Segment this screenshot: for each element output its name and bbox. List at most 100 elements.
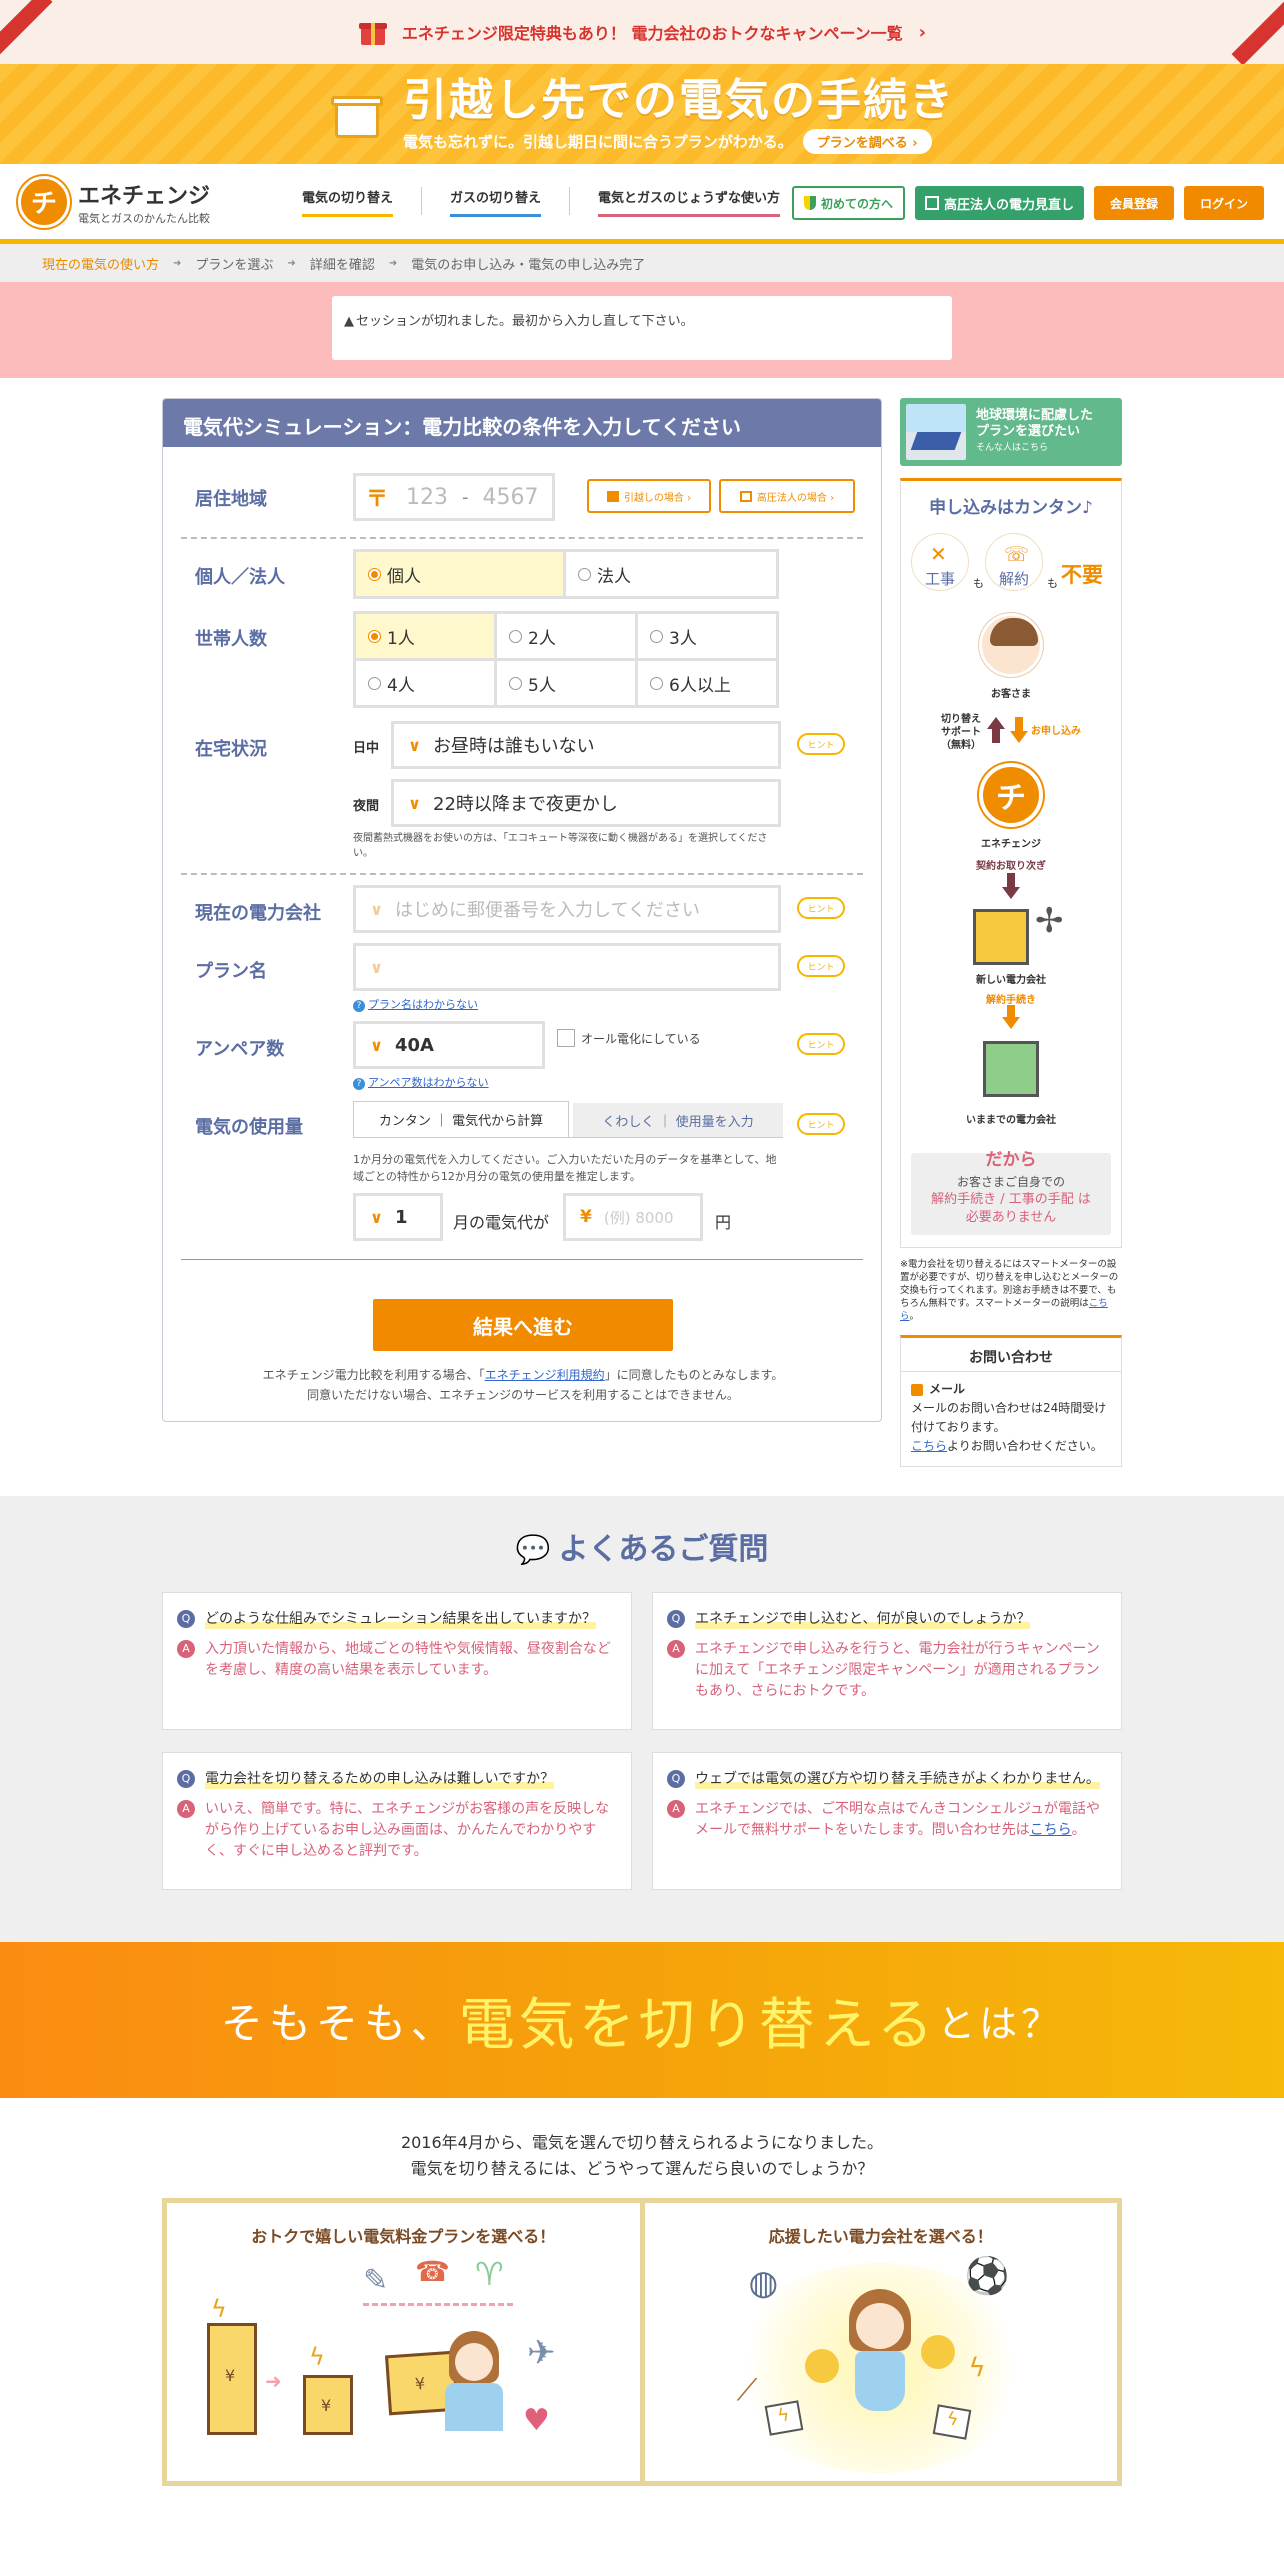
faq-question: エネチェンジで申し込むと、何が良いのでしょうか？ (695, 1609, 1031, 1629)
chevron-right-icon: › (918, 21, 927, 43)
faq-answer-link[interactable]: こちら (1030, 1822, 1072, 1838)
zip2-placeholder: 4567 (482, 484, 539, 510)
hint-button[interactable]: ヒント (797, 1033, 845, 1055)
girl-illustration (441, 2331, 511, 2431)
option-3-persons[interactable]: 3人 (635, 611, 779, 661)
corporate-case-button[interactable]: 高圧法人の場合 › (719, 479, 855, 513)
ampere-label: アンペア数 (195, 1039, 285, 1060)
cancel-proc-caption: 解約手続き (986, 995, 1036, 1006)
chevron-down-icon: ∨ (370, 1035, 383, 1055)
amount-input[interactable]: ¥ (例) 8000 (563, 1193, 703, 1241)
question-icon: ? (353, 1078, 365, 1090)
eco-plan-banner[interactable]: 地球環境に配慮した プランを選びたい そんな人はこちら (900, 398, 1122, 466)
corner-ribbon-left (0, 0, 53, 64)
panel-cheap-plan: おトクで嬉しい電気料金プランを選べる！ ¥ ϟ ¥ ϟ ➜ ¥ ✎ ☎ ♈ ✈ … (167, 2203, 640, 2481)
submit-button[interactable]: 結果へ進む (373, 1299, 673, 1351)
campaign-text[interactable]: エネチェンジ限定特典もあり！ 電力会社のおトクなキャンペーン一覧 (402, 20, 903, 44)
faq-item[interactable]: Q エネチェンジで申し込むと、何が良いのでしょうか？ A エネチェンジで申し込みを行… (652, 1592, 1122, 1730)
option-label: 個人 (387, 566, 421, 587)
ampere-unknown-link[interactable]: ? アンペア数はわからない (353, 1074, 489, 1090)
arrow-down-icon (1002, 1017, 1020, 1029)
all-electric-checkbox[interactable]: オール電化にしている (557, 1029, 701, 1047)
customer-avatar (979, 613, 1043, 677)
daytime-select[interactable]: ∨ お昼時は誰もいない (391, 721, 781, 769)
contact-text: メールのお問い合わせは24時間受け付けております。 (911, 1401, 1107, 1434)
month-value: 1 (395, 1206, 408, 1228)
moving-box-icon (329, 86, 385, 142)
plan-unknown-link[interactable]: ? プラン名はわからない (353, 996, 478, 1012)
smart-meter-note: ※電力会社を切り替えるにはスマートメーターの設置が必要ですが、切り替えを申し込む… (900, 1258, 1122, 1323)
month-select[interactable]: ∨ 1 (353, 1193, 443, 1241)
nighttime-value: 22時以降まで夜更かし (433, 794, 618, 815)
yen-icon: ¥ (580, 1207, 592, 1227)
arrow-right-icon: ➜ (287, 257, 296, 269)
check-plan-button[interactable]: プランを調べる › (802, 128, 932, 154)
hint-button[interactable]: ヒント (797, 897, 845, 919)
arrow-up-shaft (992, 729, 1000, 743)
dashed-line (363, 2303, 513, 2307)
tab-detailed[interactable]: くわしく ｜ 使用量を入力 (573, 1103, 783, 1137)
usage-note: 1か月分の電気代を入力してください。ご入力いただいた月のデータを基準として、地域… (353, 1153, 777, 1183)
zip-input[interactable]: 〒 123 - 4567 (353, 473, 555, 521)
error-message-box: ▲ セッションが切れました。最初から入力し直して下さい。 (332, 296, 952, 360)
high-voltage-button[interactable]: 高圧法人の電力見直し (914, 186, 1084, 220)
option-2-persons[interactable]: 2人 (494, 611, 638, 661)
region-label: 居住地域 (195, 489, 267, 510)
chevron-down-icon: ∨ (370, 1207, 383, 1227)
faq-item[interactable]: Q ウェブでは電気の選び方や切り替え手続きがよくわかりません。 A エネチェンジでは… (652, 1752, 1122, 1890)
lightning-icon: ϟ (968, 2353, 986, 2383)
radio-icon (650, 676, 663, 690)
faq-item[interactable]: Q 電力会社を切り替えるための申し込みは難しいですか？ A いいえ、簡単です。特に、… (162, 1752, 632, 1890)
current-company-select[interactable]: ∨ はじめに郵便番号を入力してください (353, 885, 781, 933)
about-t1: そもそも、 (220, 1998, 459, 2048)
login-button[interactable]: ログイン (1184, 186, 1264, 220)
q-badge-icon: Q (177, 1610, 195, 1628)
household-label: 世帯人数 (195, 629, 267, 650)
plan-select[interactable]: ∨ (353, 943, 781, 991)
q-badge-icon: Q (667, 1770, 685, 1788)
nav-electricity[interactable]: 電気の切り替え (302, 187, 394, 217)
site-logo[interactable]: チ エネチェンジ 電気とガスのかんたん比較 (18, 175, 278, 228)
lightning-icon: ϟ (309, 2343, 325, 2371)
heart-icon: ♥ (523, 2403, 550, 2438)
option-individual[interactable]: 個人 (353, 549, 567, 599)
hint-button[interactable]: ヒント (797, 1113, 845, 1135)
nighttime-select[interactable]: ∨ 22時以降まで夜更かし (391, 779, 781, 827)
moving-banner[interactable]: 引越し先での電気の手続き 電気も忘れずに。引越し期日に間に合うプランがわかる。 … (0, 64, 1284, 164)
yen-unit: 円 (715, 1213, 732, 1232)
section-divider (181, 873, 863, 875)
meter-note-end: 。 (909, 1311, 920, 1322)
a-badge-icon: A (667, 1640, 685, 1658)
radio-selected-icon (368, 629, 381, 643)
faq-question: どのような仕組みでシミュレーション結果を出していますか？ (205, 1609, 597, 1629)
cancel-badge: ☏ 解約 (985, 533, 1043, 591)
hint-button[interactable]: ヒント (797, 955, 845, 977)
member-register-button[interactable]: 会員登録 (1094, 186, 1174, 220)
option-6-plus-persons[interactable]: 6人以上 (635, 658, 779, 708)
terms-link[interactable]: エネチェンジ利用規約 (485, 1368, 605, 1382)
option-4-persons[interactable]: 4人 (353, 658, 497, 708)
ampere-unknown-text: アンペア数はわからない (368, 1076, 489, 1089)
option-1-person[interactable]: 1人 (353, 611, 497, 661)
about-panels: おトクで嬉しい電気料金プランを選べる！ ¥ ϟ ¥ ϟ ➜ ¥ ✎ ☎ ♈ ✈ … (162, 2198, 1122, 2486)
nav-usage-tips[interactable]: 電気とガスのじょうずな使い方 (598, 187, 781, 217)
option-corporate[interactable]: 法人 (563, 549, 779, 599)
campaign-bar[interactable]: エネチェンジ限定特典もあり！ 電力会社のおトクなキャンペーン一覧 › (0, 0, 1284, 64)
phone-icon: ☎ (415, 2255, 450, 2288)
apply-caption: お申し込み (1031, 726, 1081, 737)
ampere-select[interactable]: ∨ 40A (353, 1021, 545, 1069)
support-caption: 切り替え サポート （無料） (941, 714, 981, 751)
moving-case-label: 引越しの場合 › (623, 492, 692, 504)
contract-caption: 契約お取り次ぎ (976, 861, 1046, 872)
option-5-persons[interactable]: 5人 (494, 658, 638, 708)
error-message: セッションが切れました。最初から入力し直して下さい。 (356, 314, 694, 329)
hint-button[interactable]: ヒント (797, 733, 845, 755)
contact-link[interactable]: こちら (911, 1439, 947, 1453)
faq-item[interactable]: Q どのような仕組みでシミュレーション結果を出していますか？ A 入力頂いた情報から… (162, 1592, 632, 1730)
nav-gas[interactable]: ガスの切り替え (450, 187, 542, 217)
moving-case-button[interactable]: 引越しの場合 › (587, 479, 711, 513)
new-company-building-icon (973, 909, 1029, 965)
option-label: 1人 (387, 628, 415, 649)
first-time-button[interactable]: 初めての方へ (791, 186, 905, 220)
tab-easy[interactable]: カンタン ｜ 電気代から計算 (353, 1101, 569, 1137)
